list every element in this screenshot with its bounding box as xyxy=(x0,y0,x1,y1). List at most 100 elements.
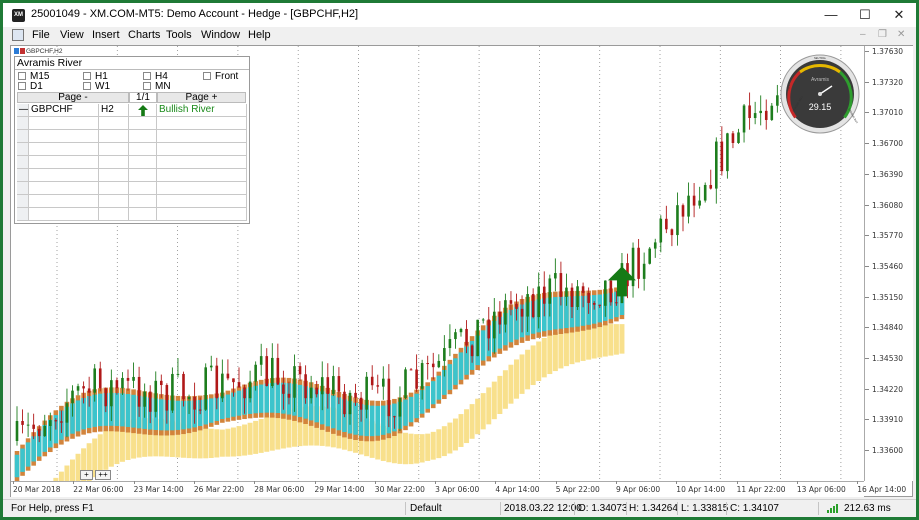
bull-candle xyxy=(642,263,646,279)
menu-file[interactable]: File xyxy=(32,29,50,41)
row-timeframe: H2 xyxy=(99,104,129,117)
chart-window[interactable]: 1.37630 1.37320 1.37010 1.36700 1.36390 1.360… xyxy=(10,45,913,497)
maximize-button[interactable]: ☐ xyxy=(848,3,882,27)
bear-candle xyxy=(692,195,696,206)
menu-charts[interactable]: Charts xyxy=(128,29,160,41)
bear-candle xyxy=(165,385,169,411)
ping-latency[interactable]: 212.63 ms xyxy=(844,503,891,514)
bull-candle xyxy=(49,420,52,426)
bull-candle xyxy=(504,300,507,325)
menu-view[interactable]: View xyxy=(60,29,84,41)
bull-candle xyxy=(209,365,213,368)
status-separator xyxy=(626,502,627,515)
tf-label: Front xyxy=(215,71,239,82)
bear-candle xyxy=(237,382,241,388)
empty-cell xyxy=(129,156,157,169)
bull-candle xyxy=(554,273,557,279)
bull-candle xyxy=(493,311,496,339)
price-axis[interactable]: 1.37630 1.37320 1.37010 1.36700 1.36390 1.360… xyxy=(864,46,913,481)
empty-cell xyxy=(129,143,157,156)
tf-checkbox-mn[interactable]: MN xyxy=(143,82,171,92)
bull-candle xyxy=(132,376,135,381)
checkbox-box[interactable] xyxy=(203,72,211,80)
bear-candle xyxy=(487,319,491,339)
empty-cell xyxy=(129,169,157,182)
bear-candle xyxy=(326,377,330,394)
page-next-button[interactable]: Page + xyxy=(157,92,246,103)
tf-checkbox-w1[interactable]: W1 xyxy=(83,82,110,92)
chart-type-icon xyxy=(14,48,19,55)
menu-insert[interactable]: Insert xyxy=(92,29,120,41)
bear-candle xyxy=(587,292,590,303)
minimize-button[interactable]: — xyxy=(814,3,848,27)
tf-checkbox-d1[interactable]: D1 xyxy=(18,82,43,92)
bear-candle xyxy=(376,385,380,387)
price-tick: 1.37320 xyxy=(864,77,904,87)
bear-candle xyxy=(615,302,618,304)
connection-signal-icon[interactable] xyxy=(827,504,841,513)
bear-candle xyxy=(137,376,141,407)
profile-name[interactable]: Default xyxy=(410,503,442,514)
checkbox-box[interactable] xyxy=(18,82,26,90)
tf-label: MN xyxy=(155,81,171,92)
bear-candle xyxy=(232,378,235,383)
menu-window[interactable]: Window xyxy=(201,29,240,41)
checkbox-box[interactable] xyxy=(18,72,26,80)
empty-cell xyxy=(17,208,29,221)
bull-candle xyxy=(259,356,263,365)
gauge-hub xyxy=(818,92,822,96)
zoom-out-button[interactable]: + xyxy=(80,470,93,480)
close-button[interactable]: ✕ xyxy=(882,3,916,27)
checkbox-box[interactable] xyxy=(83,72,91,80)
bear-candle xyxy=(609,280,613,303)
empty-cell xyxy=(29,169,99,182)
bear-candle xyxy=(148,391,152,412)
bear-candle xyxy=(243,387,246,399)
bear-candle xyxy=(592,302,596,305)
time-tick: 10 Apr 14:00 xyxy=(676,481,726,494)
zoom-in-button[interactable]: ++ xyxy=(95,470,111,480)
page-prev-button[interactable]: Page - xyxy=(17,92,129,103)
bear-candle xyxy=(415,369,418,389)
signal-grid: — GBPCHF H2 Bullish River xyxy=(17,104,247,221)
checkbox-box[interactable] xyxy=(143,72,151,80)
time-axis[interactable]: 20 Mar 2018 22 Mar 06:00 23 Mar 14:00 26 Ma… xyxy=(11,481,906,497)
chart-window-icon[interactable] xyxy=(12,29,24,41)
empty-cell xyxy=(17,156,29,169)
bear-candle xyxy=(32,424,35,429)
chart-minimize-button[interactable]: – xyxy=(860,29,866,40)
checkbox-box[interactable] xyxy=(83,82,91,90)
bull-candle xyxy=(454,332,457,340)
status-bar: For Help, press F1 Default 2018.03.22 12… xyxy=(3,499,916,517)
bull-candle xyxy=(71,390,74,404)
menu-tools[interactable]: Tools xyxy=(166,29,192,41)
bear-candle xyxy=(370,376,374,386)
chart-close-button[interactable]: ✕ xyxy=(897,29,905,40)
bear-candle xyxy=(298,366,302,375)
menu-bar: File View Insert Charts Tools Window Hel… xyxy=(3,27,916,45)
checkbox-box[interactable] xyxy=(143,82,151,90)
tf-checkbox-front[interactable]: Front xyxy=(203,72,238,82)
empty-cell xyxy=(129,195,157,208)
menu-help[interactable]: Help xyxy=(248,29,271,41)
gauge-label-neutral: NEUTRAL xyxy=(814,56,827,60)
empty-cell xyxy=(17,182,29,195)
empty-cell xyxy=(99,208,129,221)
bear-candle xyxy=(115,380,119,389)
bull-candle xyxy=(93,368,96,393)
bull-candle xyxy=(537,286,540,318)
avramis-river-panel[interactable]: Avramis River M15 H1 H4 Front D1 W1 MN P… xyxy=(14,56,250,224)
bear-candle xyxy=(670,229,674,236)
time-tick: 16 Apr 14:00 xyxy=(857,481,907,494)
bull-candle xyxy=(365,376,368,410)
price-tick: 1.33600 xyxy=(864,446,904,456)
bull-candle xyxy=(404,369,407,398)
time-tick: 4 Apr 14:00 xyxy=(495,481,540,494)
empty-cell xyxy=(99,182,129,195)
bear-candle xyxy=(126,377,130,381)
chart-restore-button[interactable]: ❐ xyxy=(878,29,887,40)
bull-candle xyxy=(776,95,779,106)
bull-candle xyxy=(526,294,529,317)
empty-cell xyxy=(99,156,129,169)
bear-candle xyxy=(498,311,502,325)
